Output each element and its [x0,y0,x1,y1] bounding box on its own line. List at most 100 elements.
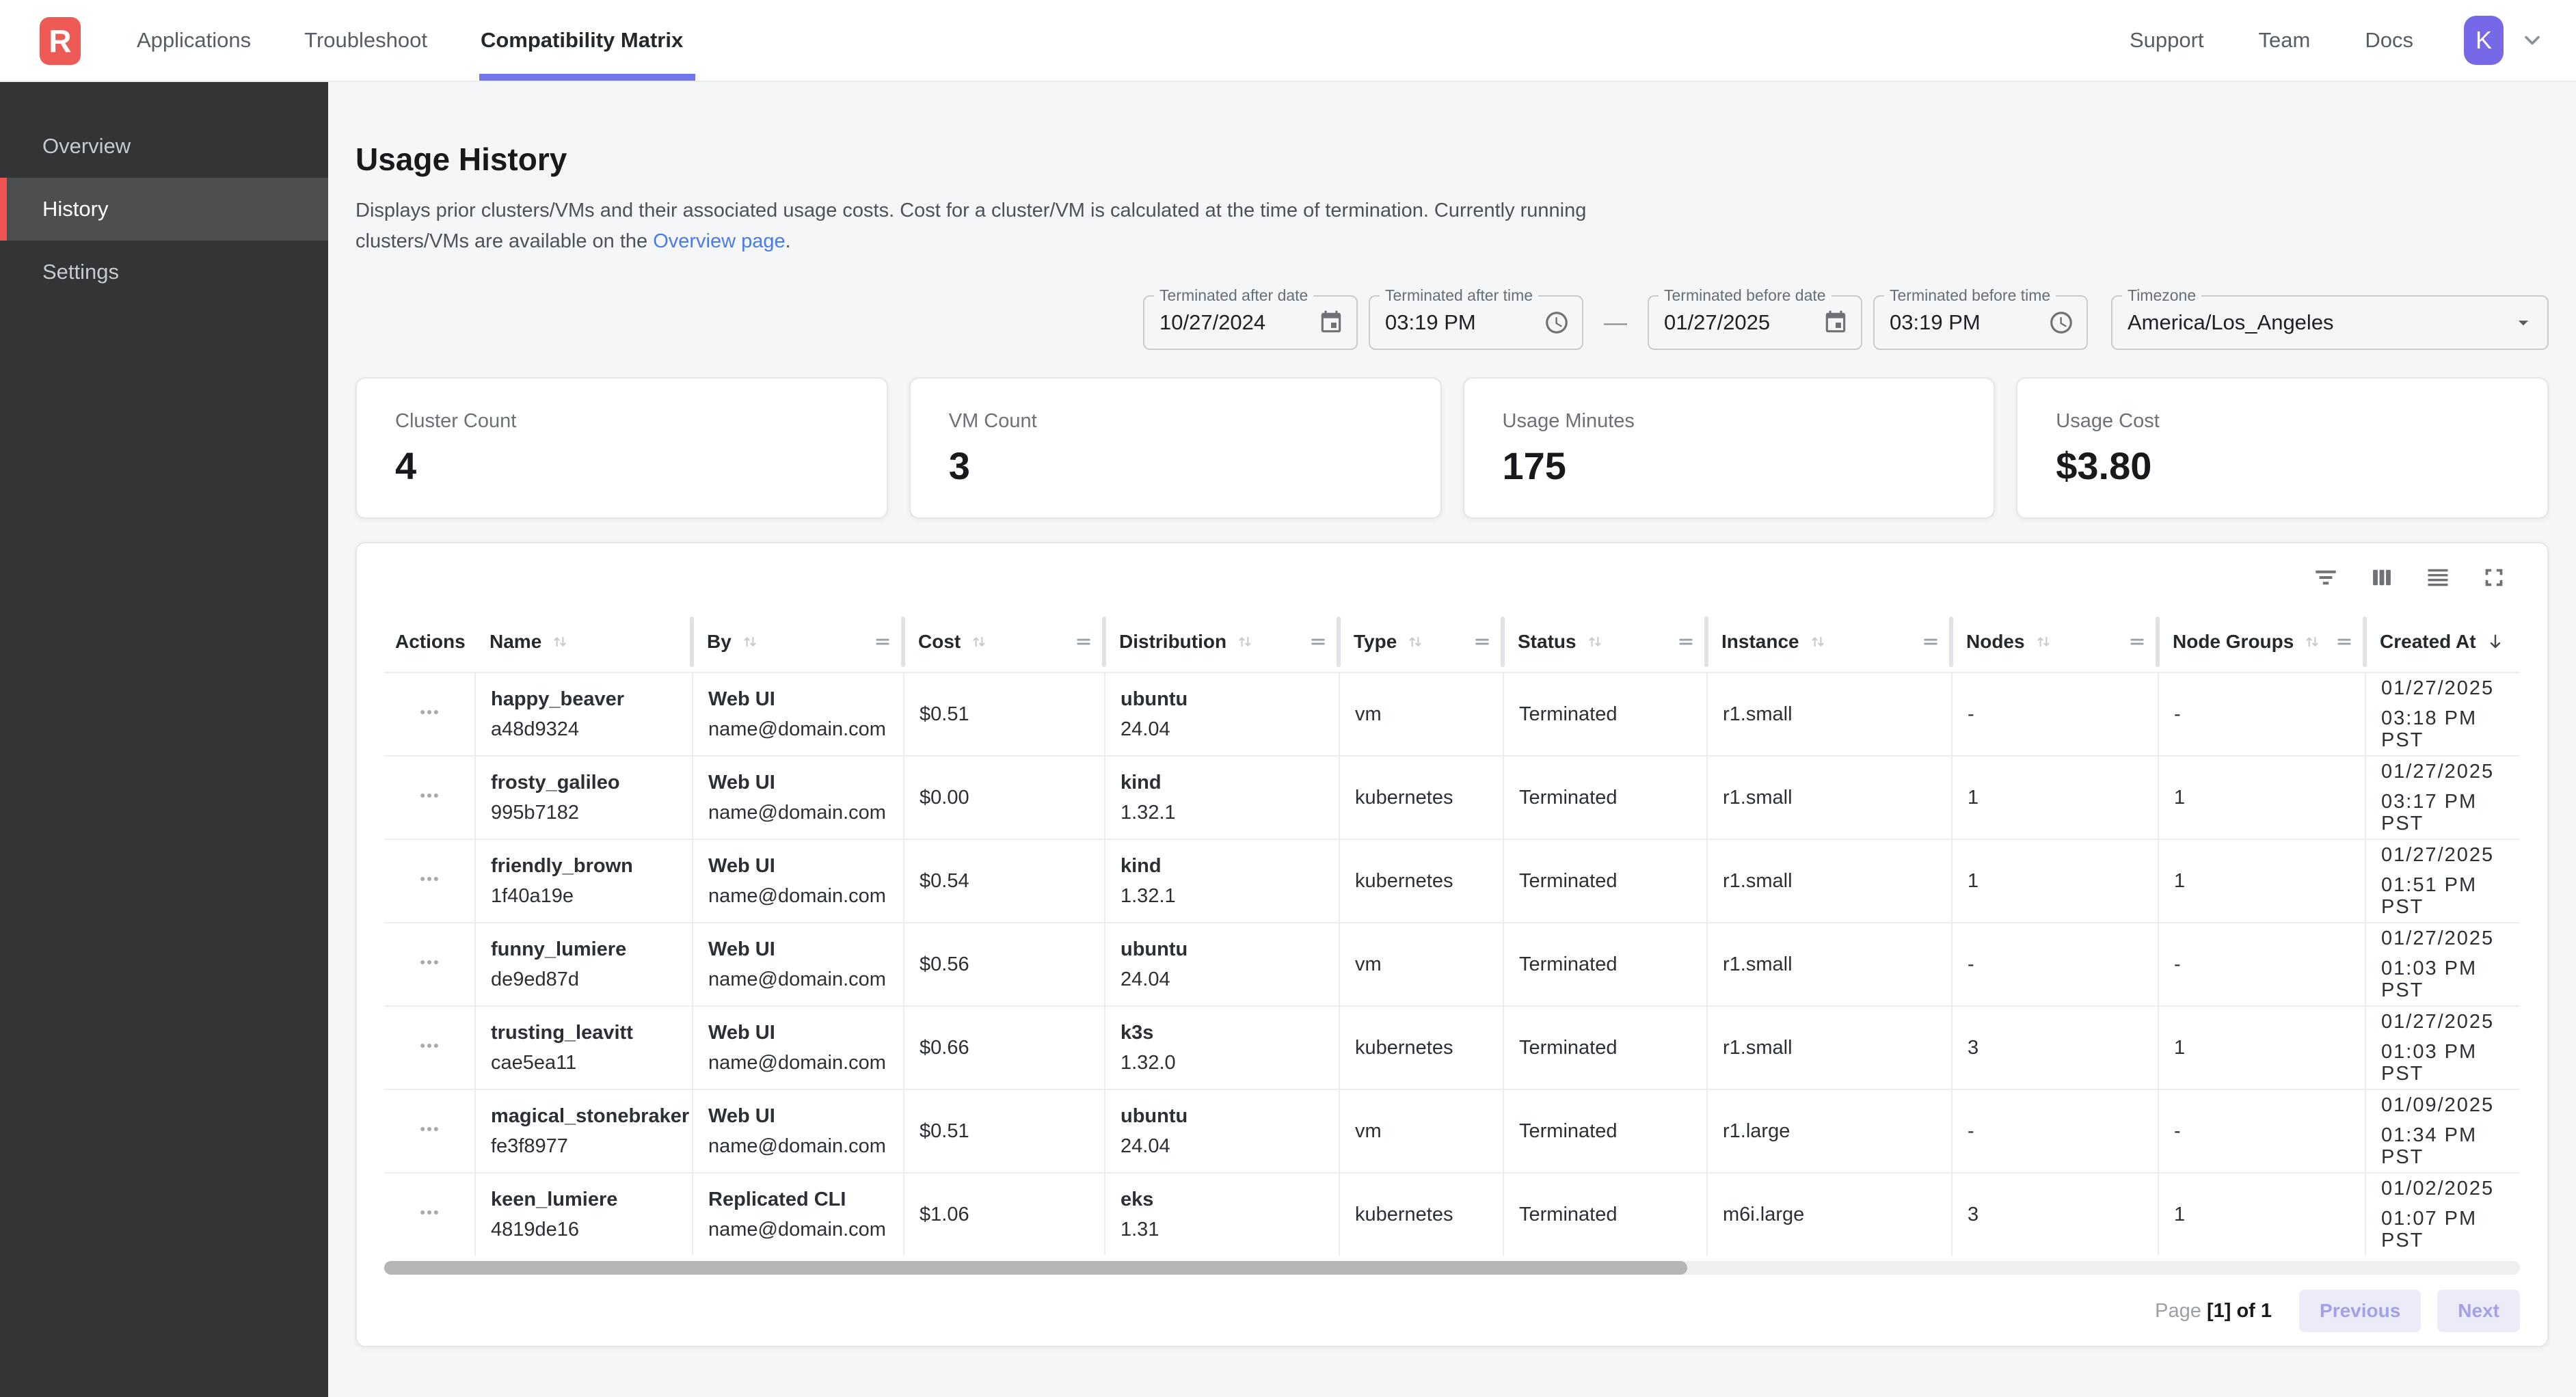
cell-name: keen_lumiere4819de16 [474,1174,692,1256]
cell-nodes: - [1951,673,2158,755]
column-header-distribution[interactable]: Distribution [1104,612,1339,672]
user-avatar[interactable]: K [2464,16,2504,65]
column-menu-icon[interactable] [1473,632,1492,651]
column-header-nodes[interactable]: Nodes [1951,612,2158,672]
cell-type: kubernetes [1339,1007,1503,1089]
row-actions-button[interactable] [384,840,474,922]
next-page-button[interactable]: Next [2437,1290,2520,1332]
email-link[interactable]: name@domain.com [708,1135,903,1157]
clock-icon[interactable] [1544,310,1570,336]
cell-instance: r1.small [1706,923,1951,1005]
previous-page-button[interactable]: Previous [2299,1290,2421,1332]
replicated-logo[interactable]: R [40,17,81,65]
field-value: 10/27/2024 [1159,310,1265,335]
cell-status: Terminated [1503,840,1706,922]
cell-distribution: kind1.32.1 [1104,840,1339,922]
cell-status: Terminated [1503,673,1706,755]
table-row: frosty_galileo995b7182 Web UIname@domain… [384,755,2520,839]
tab-label: Compatibility Matrix [481,28,683,53]
tab-applications[interactable]: Applications [137,0,251,81]
column-menu-icon[interactable] [1309,632,1328,651]
calendar-icon[interactable] [1823,310,1849,336]
cell-type: kubernetes [1339,840,1503,922]
column-menu-icon[interactable] [2128,632,2147,651]
cell-type: vm [1339,1090,1503,1172]
cell-by: Web UIname@domain.com [692,1007,903,1089]
email-link[interactable]: name@domain.com [708,718,903,740]
row-actions-button[interactable] [384,1007,474,1089]
cell-cost: $0.00 [903,757,1104,839]
calendar-icon[interactable] [1318,310,1344,336]
sidebar-item-settings[interactable]: Settings [0,241,328,303]
main-content: Usage History Displays prior clusters/VM… [328,82,2576,1397]
column-header-node-groups[interactable]: Node Groups [2158,612,2365,672]
usage-cost-card: Usage Cost $3.80 [2016,377,2549,519]
filter-icon[interactable] [2313,565,2338,590]
fullscreen-icon[interactable] [2482,565,2506,590]
email-link[interactable]: name@domain.com [708,802,903,824]
cell-node-groups: - [2158,673,2365,755]
tab-troubleshoot[interactable]: Troubleshoot [304,0,427,81]
column-header-actions[interactable]: Actions [384,612,474,672]
cell-status: Terminated [1503,757,1706,839]
column-menu-icon[interactable] [1921,632,1940,651]
filters-row: Terminated after date 10/27/2024 Termina… [355,295,2549,350]
email-link[interactable]: name@domain.com [708,885,903,907]
cell-type: kubernetes [1339,1174,1503,1256]
column-header-name[interactable]: Name [474,612,692,672]
sidebar-item-overview[interactable]: Overview [0,115,328,178]
cell-distribution: ubuntu24.04 [1104,673,1339,755]
app-root: R Applications Troubleshoot Compatibility … [0,0,2576,1397]
terminated-after-time-field[interactable]: Terminated after time 03:19 PM [1369,295,1583,350]
density-icon[interactable] [2426,565,2450,590]
terminated-before-time-field[interactable]: Terminated before time 03:19 PM [1873,295,2088,350]
cell-name: frosty_galileo995b7182 [474,757,692,839]
horizontal-scrollbar[interactable] [384,1261,2520,1275]
cell-type: vm [1339,923,1503,1005]
column-header-label: Node Groups [2173,631,2294,653]
cell-status: Terminated [1503,1174,1706,1256]
cell-created-at: 01/27/202501:03 PM PST [2365,923,2520,1005]
terminated-before-date-field[interactable]: Terminated before date 01/27/2025 [1648,295,1862,350]
nav-link-docs[interactable]: Docs [2365,28,2413,53]
cell-node-groups: 1 [2158,1174,2365,1256]
stat-cards: Cluster Count 4 VM Count 3 Usage Minutes… [355,377,2549,519]
dropdown-arrow-icon[interactable] [2512,311,2535,334]
row-actions-button[interactable] [384,673,474,755]
column-menu-icon[interactable] [2335,632,2354,651]
overview-page-link[interactable]: Overview page [653,230,785,252]
scrollbar-thumb[interactable] [384,1261,1687,1275]
table-row: trusting_leavittcae5ea11 Web UIname@doma… [384,1005,2520,1089]
column-header-created-at[interactable]: Created At [2365,612,2520,672]
email-link[interactable]: name@domain.com [708,968,903,990]
row-actions-button[interactable] [384,1090,474,1172]
timezone-select[interactable]: Timezone America/Los_Angeles [2111,295,2549,350]
nav-link-support[interactable]: Support [2130,28,2204,53]
email-link[interactable]: name@domain.com [708,1219,903,1240]
column-menu-icon[interactable] [873,632,892,651]
row-actions-button[interactable] [384,1174,474,1256]
column-menu-icon[interactable] [1074,632,1093,651]
tab-compatibility-matrix[interactable]: Compatibility Matrix [481,0,683,81]
column-header-by[interactable]: By [692,612,903,672]
cell-node-groups: 1 [2158,1007,2365,1089]
column-header-status[interactable]: Status [1503,612,1706,672]
clock-icon[interactable] [2048,310,2074,336]
columns-icon[interactable] [2370,565,2394,590]
email-link[interactable]: name@domain.com [708,1052,903,1074]
row-actions-button[interactable] [384,923,474,1005]
sidebar-item-history[interactable]: History [0,178,328,241]
column-menu-icon[interactable] [1676,632,1695,651]
chevron-down-icon[interactable] [2520,28,2545,53]
column-header-cost[interactable]: Cost [903,612,1104,672]
stat-label: Cluster Count [395,410,887,433]
column-header-type[interactable]: Type [1339,612,1503,672]
nav-link-team[interactable]: Team [2259,28,2311,53]
cell-by: Web UIname@domain.com [692,757,903,839]
terminated-after-date-field[interactable]: Terminated after date 10/27/2024 [1143,295,1358,350]
column-header-instance[interactable]: Instance [1706,612,1951,672]
field-value: 03:19 PM [1890,310,1981,335]
row-actions-button[interactable] [384,757,474,839]
cell-name: friendly_brown1f40a19e [474,840,692,922]
cell-nodes: 3 [1951,1007,2158,1089]
